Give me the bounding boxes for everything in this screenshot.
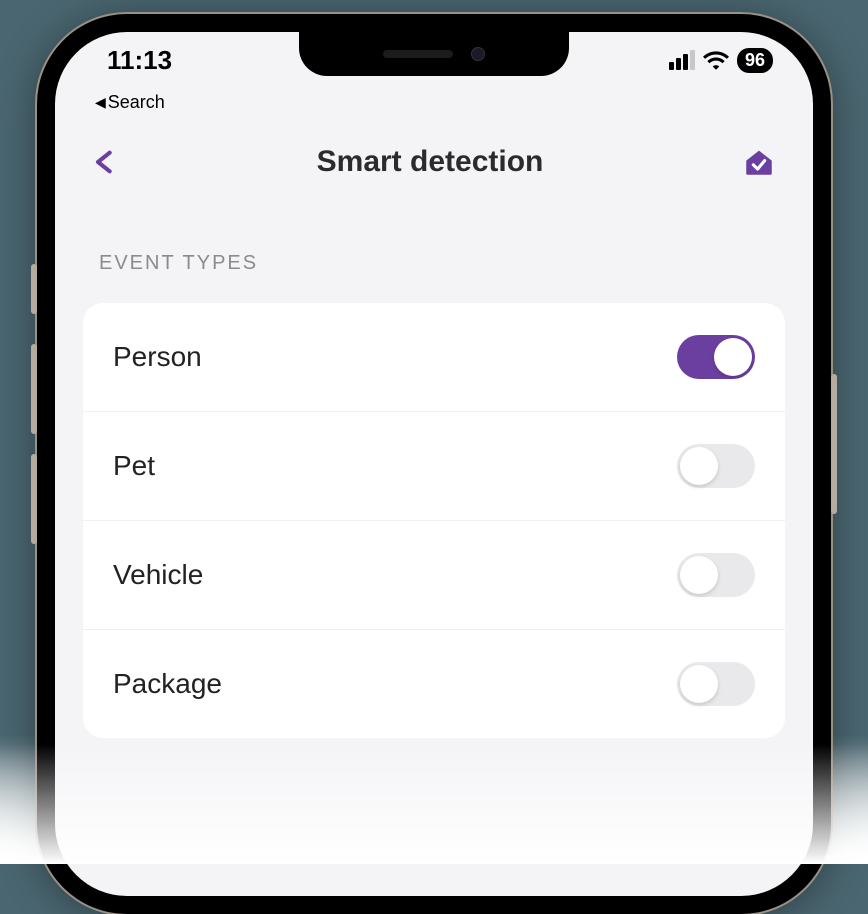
cellular-signal-icon bbox=[669, 50, 695, 70]
event-row-vehicle: Vehicle bbox=[83, 521, 785, 630]
event-row-pet: Pet bbox=[83, 412, 785, 521]
battery-indicator: 96 bbox=[737, 48, 773, 73]
back-crumb-label: Search bbox=[108, 92, 165, 113]
notch bbox=[299, 32, 569, 76]
section-label-event-types: EVENT TYPES bbox=[55, 196, 813, 295]
back-to-search-crumb[interactable]: ◀ Search bbox=[95, 92, 165, 113]
toggle-vehicle[interactable] bbox=[677, 553, 755, 597]
home-status-button[interactable] bbox=[741, 144, 777, 180]
speaker-grille bbox=[383, 50, 453, 58]
page-title: Smart detection bbox=[317, 145, 544, 179]
volume-down-button bbox=[31, 454, 37, 544]
event-row-package: Package bbox=[83, 630, 785, 738]
mute-switch bbox=[31, 264, 37, 314]
back-triangle-icon: ◀ bbox=[95, 94, 106, 111]
toggle-pet[interactable] bbox=[677, 444, 755, 488]
event-label: Person bbox=[113, 341, 202, 373]
event-row-person: Person bbox=[83, 303, 785, 412]
status-time: 11:13 bbox=[107, 45, 172, 76]
event-label: Package bbox=[113, 668, 222, 700]
event-types-card: Person Pet Vehicle Package bbox=[83, 303, 785, 738]
chevron-left-icon bbox=[91, 148, 119, 176]
event-label: Pet bbox=[113, 450, 155, 482]
volume-up-button bbox=[31, 344, 37, 434]
back-button[interactable] bbox=[91, 148, 119, 176]
phone-frame: 11:13 96 ◀ Search Smart detect bbox=[37, 14, 831, 914]
home-check-icon bbox=[742, 145, 776, 179]
front-camera bbox=[471, 47, 485, 61]
toggle-person[interactable] bbox=[677, 335, 755, 379]
toggle-package[interactable] bbox=[677, 662, 755, 706]
nav-header: Smart detection bbox=[55, 114, 813, 196]
power-button bbox=[831, 374, 837, 514]
screen: 11:13 96 ◀ Search Smart detect bbox=[55, 32, 813, 896]
event-label: Vehicle bbox=[113, 559, 203, 591]
wifi-icon bbox=[703, 50, 729, 70]
